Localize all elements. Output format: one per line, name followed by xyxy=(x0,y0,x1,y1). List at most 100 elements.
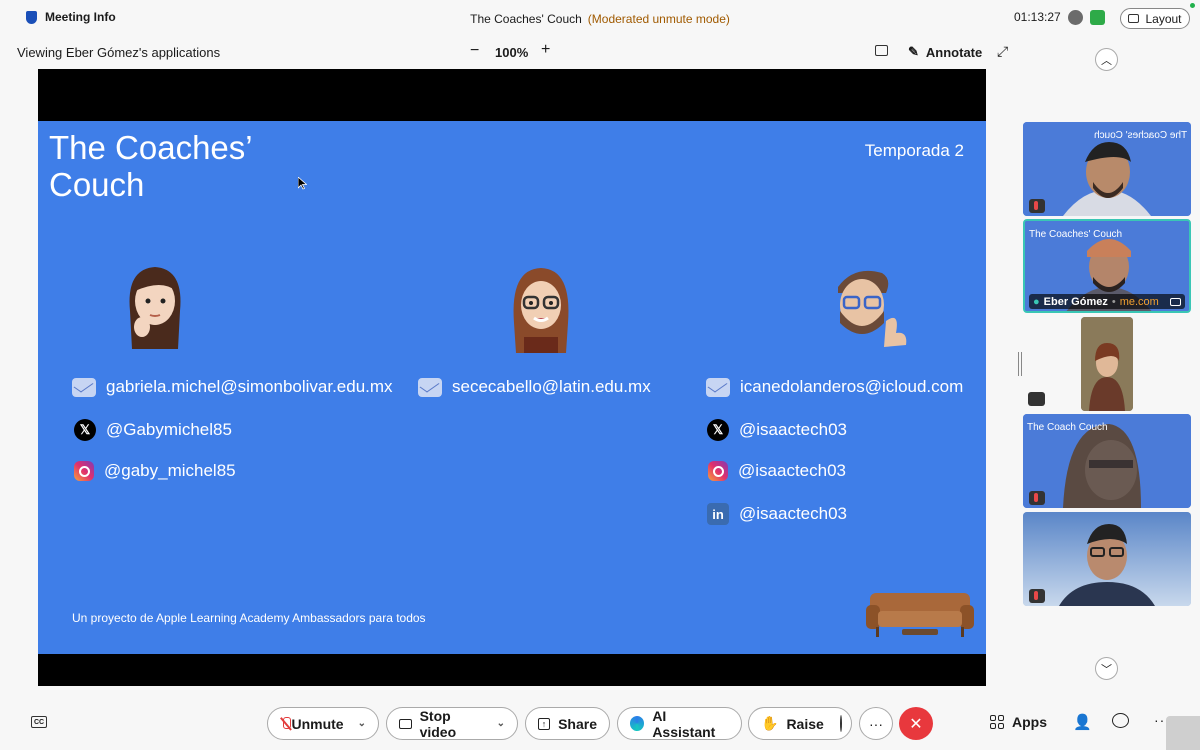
apps-button[interactable]: Apps xyxy=(990,714,1047,730)
scroll-down-button[interactable]: ﹀ xyxy=(1095,657,1118,680)
unmute-button[interactable]: Unmute ⌄ xyxy=(267,707,379,740)
muted-mic-icon xyxy=(1029,199,1045,213)
memoji-cecilia-image xyxy=(513,268,569,353)
x-logo-icon: 𝕏 xyxy=(74,419,96,441)
instagram-icon xyxy=(708,461,728,481)
participant-video-5 xyxy=(1023,512,1191,606)
contact-email-cecilia[interactable]: sececabello@latin.edu.mx xyxy=(418,377,651,397)
participant-tile-3[interactable] xyxy=(1081,317,1133,411)
share-button[interactable]: ↑ Share xyxy=(525,707,610,740)
zoom-level[interactable]: 100% xyxy=(495,45,528,60)
meeting-timer: 01:13:27 xyxy=(1014,10,1061,24)
slide-footer: Un proyecto de Apple Learning Academy Am… xyxy=(72,611,426,625)
tile-slide-label: The Coach Couch xyxy=(1027,422,1108,433)
instagram-handle-text: @isaactech03 xyxy=(738,461,846,480)
participant-tile-1[interactable]: The Coaches' Couch xyxy=(1023,122,1191,216)
x-handle-text: @isaactech03 xyxy=(739,420,847,439)
meeting-mode: (Moderated unmute mode) xyxy=(587,12,730,26)
chevron-down-icon: ﹀ xyxy=(1101,663,1112,676)
presentation-slide: The Coaches’ Couch Temporada 2 gabriela.… xyxy=(38,121,986,654)
muted-mic-icon xyxy=(1029,491,1045,505)
expand-icon[interactable]: ⤢ xyxy=(997,43,1008,60)
fit-screen-icon[interactable] xyxy=(875,45,888,56)
couch-image xyxy=(866,593,974,637)
top-bar: Meeting Info The Coaches' Couch (Moderate… xyxy=(0,0,1200,36)
network-signal-icon[interactable] xyxy=(1090,10,1105,25)
participant-domain: me.com xyxy=(1119,295,1159,308)
mail-icon xyxy=(706,377,730,397)
more-options-button[interactable]: ··· xyxy=(859,707,893,740)
chevron-up-icon: ︿ xyxy=(1101,54,1112,67)
contact-x-isaac[interactable]: 𝕏 @isaactech03 xyxy=(707,419,847,441)
contact-instagram-isaac[interactable]: @isaactech03 xyxy=(708,461,846,481)
meeting-name: The Coaches' Couch xyxy=(470,12,582,26)
muted-mic-icon xyxy=(1029,589,1045,603)
participant-name: Eber Gómez xyxy=(1043,295,1108,308)
scroll-up-button[interactable]: ︿ xyxy=(1095,48,1118,71)
status-dot xyxy=(1190,3,1195,8)
contact-instagram-gabriela[interactable]: @gaby_michel85 xyxy=(74,461,236,481)
hand-icon: ✋ xyxy=(761,715,779,731)
mic-on-icon: ● xyxy=(1033,295,1040,308)
linkedin-icon: in xyxy=(707,503,729,525)
share-label: Share xyxy=(558,715,597,732)
viewing-label: Viewing Eber Gómez's applications xyxy=(17,45,221,60)
pen-icon: ✎ xyxy=(908,44,919,59)
chat-icon[interactable] xyxy=(1112,713,1129,728)
connection-icon[interactable] xyxy=(1068,10,1083,25)
participant-tile-eber[interactable]: The Coaches' Couch ● Eber Gómez • me.com xyxy=(1023,219,1191,313)
linkedin-handle-text: @isaactech03 xyxy=(739,504,847,523)
separator-dot: • xyxy=(1111,295,1116,308)
participant-tile-4[interactable]: The Coach Couch xyxy=(1023,414,1191,508)
stop-video-label: Stop video xyxy=(419,707,457,740)
leave-meeting-button[interactable]: ✕ xyxy=(899,707,933,740)
apps-icon xyxy=(990,715,1004,729)
contact-linkedin-isaac[interactable]: in @isaactech03 xyxy=(707,503,847,525)
reactions-icon[interactable] xyxy=(839,715,842,732)
season-label: Temporada 2 xyxy=(864,141,964,160)
instagram-handle-text: @gaby_michel85 xyxy=(104,461,236,480)
contact-x-gabriela[interactable]: 𝕏 @Gabymichel85 xyxy=(74,419,232,441)
x-handle-text: @Gabymichel85 xyxy=(106,420,232,439)
participant-name-bar: ● Eber Gómez • me.com xyxy=(1029,294,1185,309)
ai-assistant-button[interactable]: AI Assistant xyxy=(617,707,742,740)
email-text: gabriela.michel@simonbolivar.edu.mx xyxy=(106,377,393,396)
annotate-button[interactable]: ✎ Annotate xyxy=(908,44,982,60)
email-text: icanedolanderos@icloud.com xyxy=(740,377,964,396)
panel-resize-handle[interactable] xyxy=(1018,352,1022,376)
layout-button[interactable]: Layout xyxy=(1120,8,1190,29)
email-text: sececabello@latin.edu.mx xyxy=(452,377,651,396)
zoom-in-button[interactable]: + xyxy=(541,41,550,59)
participants-icon[interactable]: 👤 xyxy=(1073,713,1092,731)
close-icon: ✕ xyxy=(909,715,923,733)
contact-email-isaac[interactable]: icanedolanderos@icloud.com xyxy=(706,377,963,397)
layout-label: Layout xyxy=(1145,11,1182,26)
shared-screen: The Coaches’ Couch Temporada 2 gabriela.… xyxy=(38,69,986,686)
tile-slide-label: The Coaches' Couch xyxy=(1029,229,1123,240)
memoji-gabriela-image xyxy=(129,267,181,349)
ai-assistant-icon xyxy=(630,716,645,731)
zoom-out-button[interactable]: − xyxy=(470,42,479,60)
instagram-icon xyxy=(74,461,94,481)
raise-hand-button[interactable]: ✋ Raise xyxy=(748,707,852,740)
x-logo-icon: 𝕏 xyxy=(707,419,729,441)
chevron-down-icon[interactable]: ⌄ xyxy=(358,718,366,729)
mouse-cursor-icon xyxy=(298,177,307,190)
mic-off-icon xyxy=(280,716,293,731)
window-corner xyxy=(1166,716,1200,750)
participant-tile-5[interactable] xyxy=(1023,512,1191,606)
memoji-isaac-image xyxy=(838,270,907,347)
tile-slide-label: The Coaches' Couch xyxy=(1093,130,1187,141)
screen-share-icon xyxy=(1170,297,1181,306)
contact-email-gabriela[interactable]: gabriela.michel@simonbolivar.edu.mx xyxy=(72,377,393,397)
closed-captions-icon[interactable]: CC xyxy=(31,716,47,728)
slide-title: The Coaches’ Couch xyxy=(49,129,252,203)
layout-icon xyxy=(1128,14,1140,23)
unmute-label: Unmute xyxy=(291,715,344,732)
mail-icon xyxy=(72,377,96,397)
stop-video-button[interactable]: Stop video ⌄ xyxy=(386,707,518,740)
chevron-down-icon[interactable]: ⌄ xyxy=(497,718,505,729)
raise-label: Raise xyxy=(786,715,824,732)
participant-video-3 xyxy=(1081,317,1133,411)
ai-assistant-label: AI Assistant xyxy=(652,707,716,740)
